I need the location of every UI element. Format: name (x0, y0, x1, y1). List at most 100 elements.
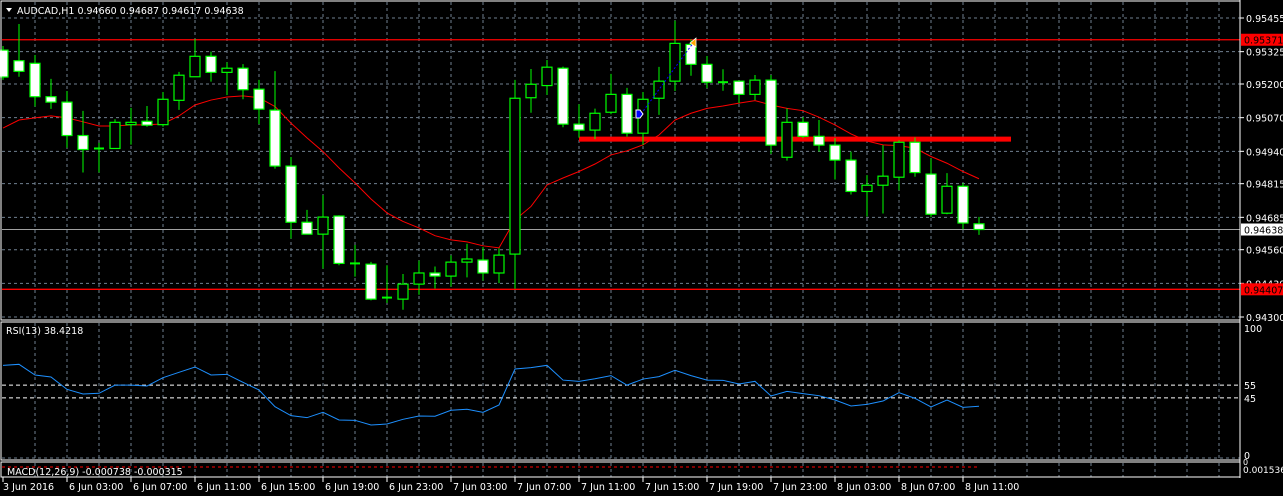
candle-body (397, 283, 409, 300)
candle-body (957, 185, 969, 224)
time-tick-label: 6 Jun 23:00 (389, 482, 443, 493)
candle[interactable] (365, 261, 377, 301)
time-tick-label: 7 Jun 03:00 (453, 482, 507, 493)
candle-body (509, 97, 521, 255)
candle[interactable] (621, 87, 633, 137)
candle-body (221, 67, 233, 73)
candle-body (589, 112, 601, 131)
candle[interactable] (109, 119, 121, 150)
time-tick-label: 8 Jun 07:00 (901, 482, 955, 493)
candle-body (701, 63, 713, 83)
trading-chart[interactable]: AUDCAD,H1 0.94660 0.94687 0.94617 0.9463… (0, 0, 1283, 496)
price-tick-label: 0.94560 (1246, 246, 1283, 257)
candle-body (525, 83, 537, 99)
candle-body (493, 254, 505, 274)
candle-body (237, 67, 249, 91)
candle-body (829, 144, 841, 161)
candle-body (893, 141, 905, 178)
candle-body (557, 67, 569, 125)
time-tick-label: 7 Jun 19:00 (709, 482, 763, 493)
time-tick-label: 7 Jun 23:00 (773, 482, 827, 493)
candle-body (621, 93, 633, 134)
current-price-label: 0.94638 (1244, 226, 1283, 237)
macd-label: MACD(12,26,9) -0.000738 -0.000315 (7, 467, 183, 478)
candle[interactable] (557, 66, 569, 128)
candle-body (973, 223, 985, 231)
candle-body (653, 80, 665, 99)
candle-body (845, 159, 857, 193)
macd-tick-label: 0 (1243, 458, 1248, 467)
candle-body (429, 272, 441, 277)
candle-body (797, 121, 809, 137)
time-tick-label: 8 Jun 03:00 (837, 482, 891, 493)
macd-tick-label: 0.001536 (1243, 466, 1283, 476)
candle-body (29, 62, 41, 98)
price-level-label: 0.94407 (1244, 285, 1283, 296)
candle-body (669, 42, 681, 82)
price-tick-label: 0.95455 (1246, 14, 1283, 25)
candle-body (13, 60, 25, 72)
candle-body (253, 88, 265, 110)
time-tick-label: 7 Jun 15:00 (645, 482, 699, 493)
candle-body (61, 101, 73, 137)
rsi-tick-label: 45 (1244, 394, 1256, 405)
candle-body (365, 263, 377, 300)
price-tick-label: 0.95325 (1246, 48, 1283, 59)
candle[interactable] (765, 74, 777, 154)
rsi-tick-label: 100 (1244, 324, 1262, 335)
candle-body (765, 79, 777, 146)
price-tick-label: 0.95070 (1246, 114, 1283, 125)
candle-body (573, 123, 585, 131)
rsi-label: RSI(13) 38.4218 (6, 326, 83, 337)
candle-body (861, 184, 873, 193)
candle-body (941, 185, 953, 214)
time-tick-label: 6 Jun 19:00 (325, 482, 379, 493)
candle[interactable] (333, 215, 345, 266)
candle-body (461, 258, 473, 263)
candle[interactable] (957, 183, 969, 230)
rsi-tick-label: 55 (1244, 381, 1256, 392)
price-level-label: 0.95371 (1244, 36, 1283, 47)
candle-body (749, 79, 761, 95)
candle-body (909, 141, 921, 174)
price-tick-label: 0.94685 (1246, 213, 1283, 224)
candle-body (109, 121, 121, 150)
candle-body (77, 134, 89, 151)
time-tick-label: 7 Jun 07:00 (517, 482, 571, 493)
candle-body (205, 55, 217, 73)
candle-body (477, 259, 489, 274)
candle-body (285, 165, 297, 223)
time-tick-label: 6 Jun 07:00 (133, 482, 187, 493)
candle-body (605, 93, 617, 113)
candle-body (301, 221, 313, 235)
price-tick-label: 0.94815 (1246, 180, 1283, 191)
candle-body (333, 215, 345, 265)
time-tick-label: 6 Jun 03:00 (69, 482, 123, 493)
chart-title: AUDCAD,H1 0.94660 0.94687 0.94617 0.9463… (17, 6, 244, 17)
candle-body (541, 66, 553, 87)
candle-body (413, 272, 425, 285)
candle-body (813, 135, 825, 146)
candle-body (781, 121, 793, 158)
candle-body (925, 173, 937, 215)
candle-body (157, 98, 169, 126)
candle-body (877, 175, 889, 186)
candle-body (733, 80, 745, 95)
candle-body (189, 55, 201, 78)
price-tick-label: 0.94300 (1246, 313, 1283, 324)
candle-body (173, 74, 185, 101)
time-tick-label: 6 Jun 11:00 (197, 482, 251, 493)
candle-body (45, 96, 57, 103)
candle-body (317, 216, 329, 235)
price-tick-label: 0.95200 (1246, 80, 1283, 91)
candle[interactable] (909, 137, 921, 177)
candle-body (269, 109, 281, 167)
time-tick-label: 3 Jun 2016 (3, 482, 54, 493)
candle-body (445, 261, 457, 277)
candle-body (141, 120, 153, 126)
time-tick-label: 8 Jun 11:00 (965, 482, 1019, 493)
time-tick-label: 7 Jun 11:00 (581, 482, 635, 493)
price-tick-label: 0.94940 (1246, 147, 1283, 158)
candle-body (685, 43, 697, 65)
candle-body (125, 121, 137, 126)
